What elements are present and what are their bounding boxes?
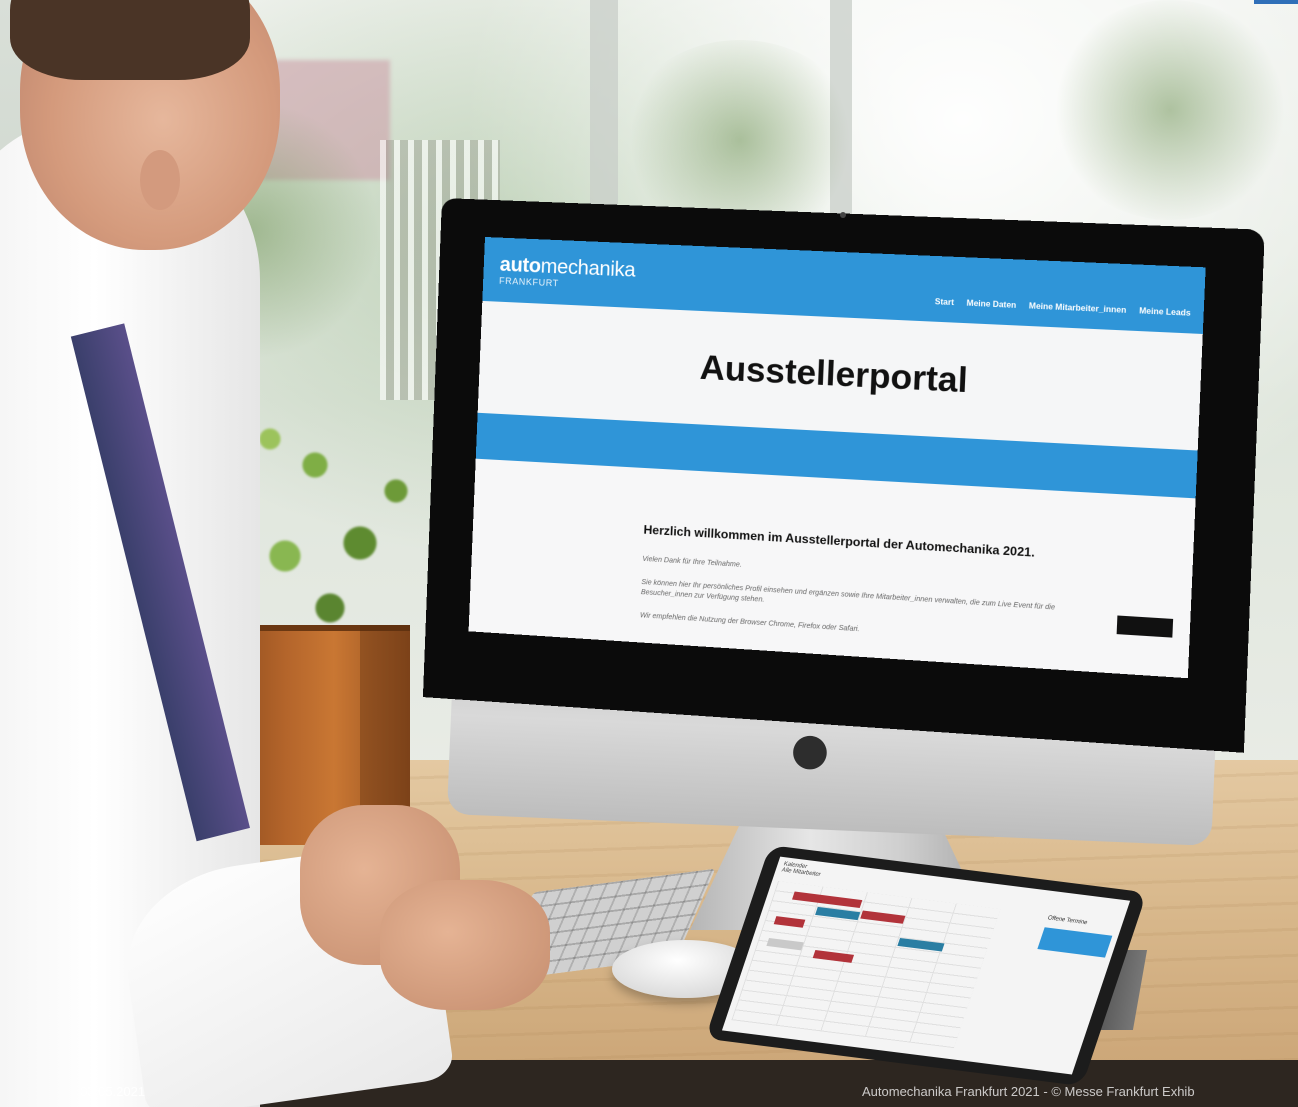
tablet-screen: Kalender Alle Mitarbeiter Offene Termine — [722, 857, 1130, 1075]
background-foliage — [1050, 0, 1290, 220]
apple-logo-icon: ● — [790, 720, 830, 780]
redacted-box — [1117, 615, 1174, 637]
nav-start[interactable]: Start — [935, 297, 954, 307]
nav-meine-daten[interactable]: Meine Daten — [966, 298, 1016, 309]
tablet-side-item[interactable] — [1037, 927, 1112, 957]
calendar-event[interactable] — [766, 938, 803, 950]
calendar-event[interactable] — [813, 950, 854, 963]
automechanika-logo[interactable]: automechanika FRANKFURT — [499, 254, 636, 291]
tablet-sidebar: Offene Termine — [1037, 915, 1116, 957]
footer-date: 03.05.2021 — [80, 1084, 145, 1099]
calendar-event[interactable] — [897, 938, 944, 952]
calendar-event[interactable] — [774, 916, 806, 928]
corner-mark — [1254, 0, 1298, 4]
camera-icon — [840, 212, 846, 218]
portal-web-page: automechanika FRANKFURT Start Meine Date… — [469, 237, 1206, 678]
photo-scene: ● automechanika FRANKFURT Start Meine Da… — [0, 0, 1298, 1107]
nav-meine-leads[interactable]: Meine Leads — [1139, 306, 1191, 318]
footer-credit: Automechanika Frankfurt 2021 - © Messe F… — [862, 1084, 1298, 1099]
calendar-grid — [731, 881, 1000, 1048]
calendar-event[interactable] — [792, 892, 862, 908]
calendar-event[interactable] — [860, 911, 905, 924]
person-hand — [380, 880, 550, 1010]
nav-meine-mitarbeiter[interactable]: Meine Mitarbeiter_innen — [1029, 301, 1127, 315]
person-hair — [10, 0, 250, 80]
calendar-event[interactable] — [815, 907, 860, 920]
person-ear — [140, 150, 180, 210]
portal-nav: Start Meine Daten Meine Mitarbeiter_inne… — [935, 297, 1191, 318]
page-title: Ausstellerportal — [699, 348, 968, 401]
